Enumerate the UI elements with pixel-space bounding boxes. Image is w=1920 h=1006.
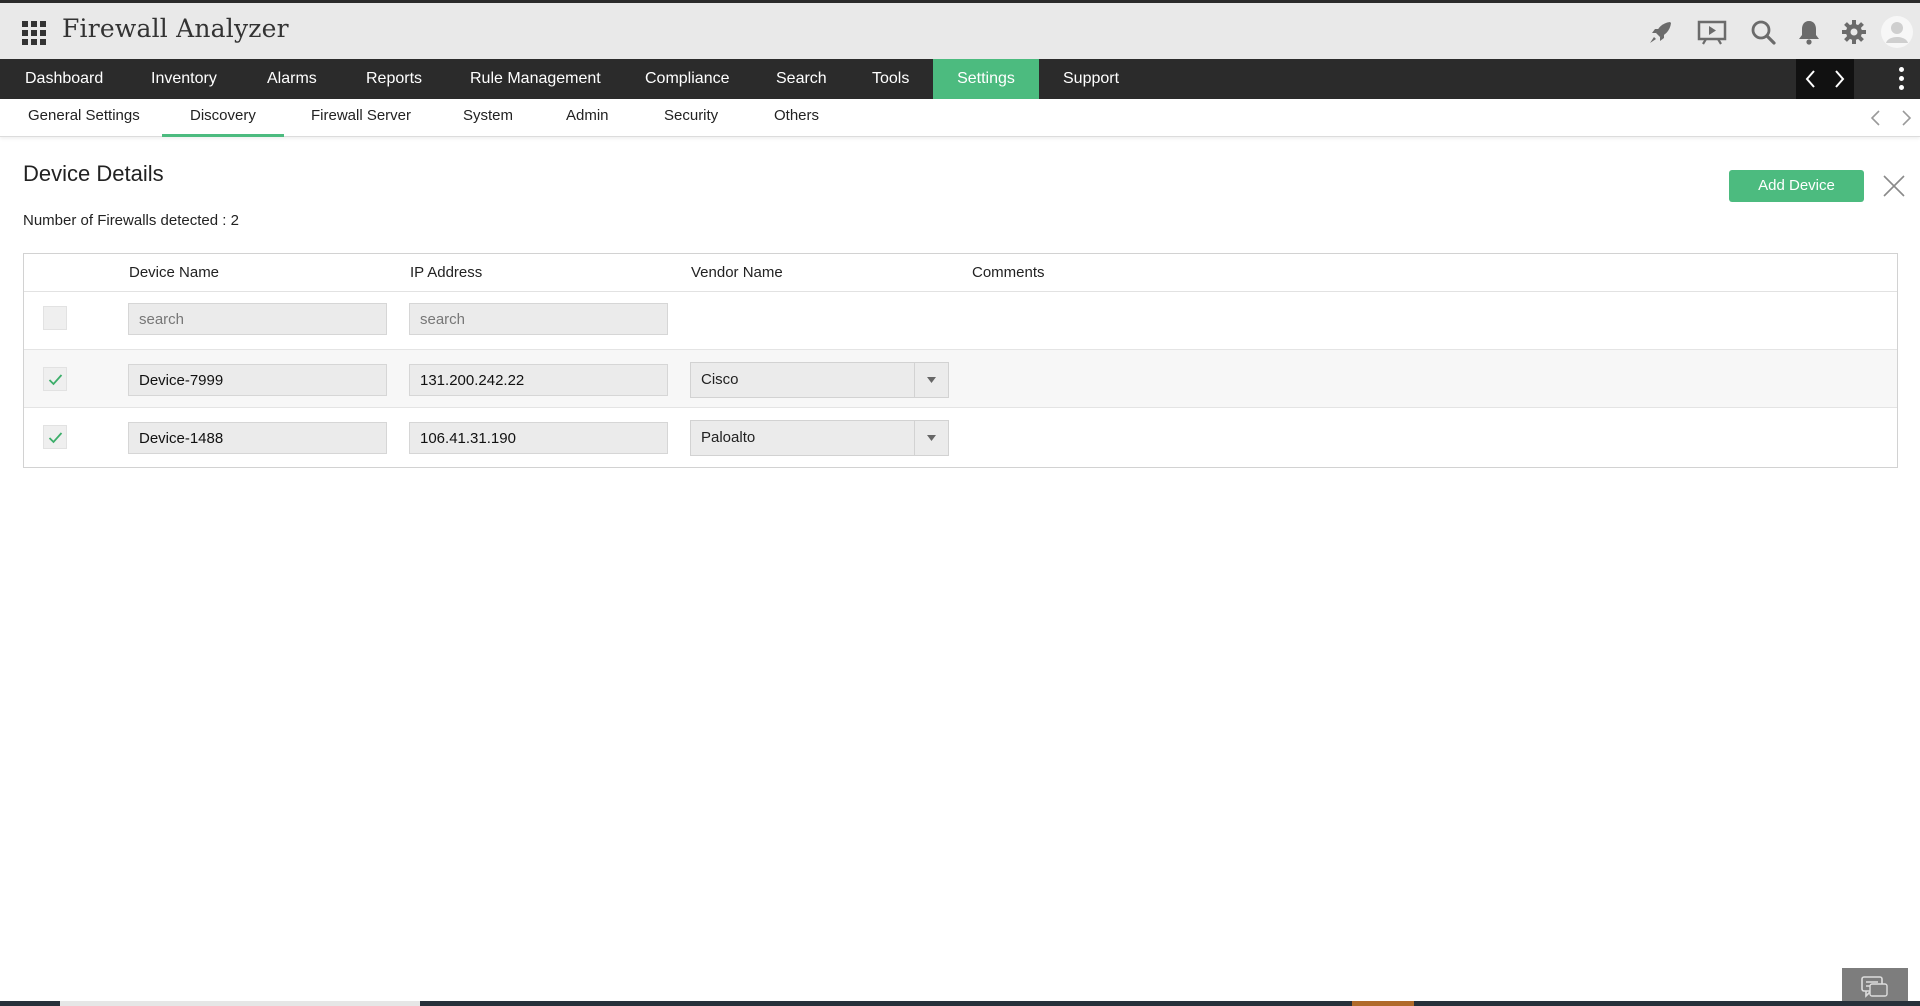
vendor-select-value: Paloalto — [701, 429, 756, 446]
row-checkbox[interactable] — [43, 367, 67, 391]
chevron-left-icon[interactable] — [1796, 59, 1825, 99]
rocket-icon[interactable] — [1646, 17, 1676, 47]
table-row: Cisco — [24, 350, 1897, 408]
firewall-count-text: Number of Firewalls detected : 2 — [23, 212, 239, 229]
column-comments: Comments — [972, 264, 1045, 281]
row-checkbox[interactable] — [43, 425, 67, 449]
nav-settings[interactable]: Settings — [933, 59, 1039, 99]
nav-inventory[interactable]: Inventory — [126, 59, 242, 99]
nav-dashboard[interactable]: Dashboard — [0, 59, 128, 99]
nav-tools[interactable]: Tools — [847, 59, 934, 99]
tab-security[interactable]: Security — [636, 99, 746, 137]
select-all-checkbox[interactable] — [43, 306, 67, 330]
ip-address-field[interactable] — [409, 422, 668, 454]
tab-admin[interactable]: Admin — [538, 99, 637, 137]
chevron-right-icon[interactable] — [1896, 108, 1916, 128]
tab-others[interactable]: Others — [746, 99, 847, 137]
nav-alarms[interactable]: Alarms — [242, 59, 342, 99]
app-grid-icon[interactable] — [22, 21, 46, 45]
device-table: Device Name IP Address Vendor Name Comme… — [23, 253, 1898, 468]
search-icon[interactable] — [1748, 17, 1778, 47]
device-name-field[interactable] — [128, 364, 387, 396]
nav-compliance[interactable]: Compliance — [620, 59, 754, 99]
bell-icon[interactable] — [1794, 17, 1824, 47]
table-row: Paloalto — [24, 409, 1897, 467]
ip-address-search-input[interactable] — [409, 303, 668, 335]
checkmark-icon — [48, 432, 63, 444]
dropdown-caret-icon[interactable] — [914, 363, 948, 397]
table-header: Device Name IP Address Vendor Name Comme… — [24, 254, 1897, 292]
nav-support[interactable]: Support — [1038, 59, 1144, 99]
tab-general-settings[interactable]: General Settings — [0, 99, 168, 137]
checkmark-icon — [48, 374, 63, 386]
device-name-field[interactable] — [128, 422, 387, 454]
column-ip-address: IP Address — [410, 264, 483, 281]
page-title: Device Details — [23, 161, 164, 186]
tab-discovery[interactable]: Discovery — [162, 99, 284, 137]
chevron-left-icon[interactable] — [1866, 108, 1886, 128]
nav-search[interactable]: Search — [751, 59, 852, 99]
add-device-button[interactable]: Add Device — [1729, 170, 1864, 202]
top-header: Firewall Analyzer — [0, 0, 1920, 59]
more-options-icon[interactable] — [1894, 65, 1910, 93]
presentation-icon[interactable] — [1696, 17, 1728, 47]
tab-firewall-server[interactable]: Firewall Server — [283, 99, 439, 137]
taskbar-window[interactable] — [60, 1001, 420, 1006]
gear-icon[interactable] — [1839, 17, 1869, 47]
dropdown-caret-icon[interactable] — [914, 421, 948, 455]
user-avatar-icon[interactable] — [1880, 15, 1914, 49]
settings-sub-nav: General Settings Discovery Firewall Serv… — [0, 99, 1920, 137]
column-device-name: Device Name — [129, 264, 220, 281]
nav-reports[interactable]: Reports — [341, 59, 447, 99]
app-title: Firewall Analyzer — [62, 14, 289, 43]
nav-rule-management[interactable]: Rule Management — [445, 59, 626, 99]
chevron-right-icon[interactable] — [1825, 59, 1854, 99]
ip-address-field[interactable] — [409, 364, 668, 396]
taskbar-window[interactable] — [1352, 1001, 1414, 1006]
tab-system[interactable]: System — [435, 99, 541, 137]
vendor-select-value: Cisco — [701, 371, 739, 388]
column-vendor-name: Vendor Name — [691, 264, 783, 281]
os-taskbar — [0, 1001, 1920, 1006]
vendor-select[interactable]: Paloalto — [690, 420, 949, 456]
nav-scroll-arrows — [1796, 59, 1854, 99]
filter-row — [24, 292, 1897, 350]
vendor-select[interactable]: Cisco — [690, 362, 949, 398]
close-icon[interactable] — [1882, 174, 1906, 198]
main-nav: Dashboard Inventory Alarms Reports Rule … — [0, 59, 1920, 99]
device-name-search-input[interactable] — [128, 303, 387, 335]
chat-icon — [1861, 976, 1888, 998]
